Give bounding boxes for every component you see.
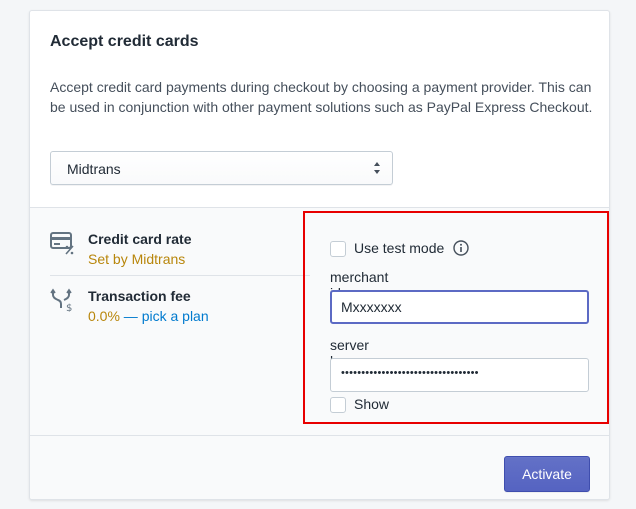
transaction-fee-value: 0.0% — pick a plan [88,308,209,324]
server-key-input[interactable]: •••••••••••••••••••••••••••••••••• [330,358,589,392]
transaction-fee-separator: — [119,308,142,324]
credit-card-percent-icon [50,232,74,255]
payment-provider-value: Midtrans [67,161,121,177]
credit-card-rate-title: Credit card rate [88,231,192,247]
transaction-fee-title: Transaction fee [88,288,191,304]
footer-divider [30,435,609,436]
accept-credit-cards-card: Accept credit cards Accept credit card p… [29,10,610,500]
show-key-checkbox[interactable] [330,397,346,413]
card-title: Accept credit cards [50,33,199,50]
card-top-section: Accept credit cards Accept credit card p… [30,11,609,207]
card-description: Accept credit card payments during check… [50,79,593,115]
test-mode-label: Use test mode [354,240,445,256]
transaction-fork-icon: $ [50,288,72,312]
credit-card-rate-value: Set by Midtrans [88,251,186,267]
transaction-fee-rate: 0.0% [88,308,120,324]
activate-button[interactable]: Activate [504,456,590,492]
info-icon[interactable] [453,240,469,256]
pick-a-plan-link[interactable]: pick a plan [142,308,209,324]
test-mode-checkbox[interactable] [330,241,346,257]
features-divider [50,275,310,276]
merchant-id-input[interactable] [330,290,589,324]
select-arrows-icon [374,162,380,174]
provider-details-section: Credit card rate Set by Midtrans $ Trans… [30,207,609,499]
payment-provider-select[interactable]: Midtrans [50,151,393,185]
show-key-label: Show [354,396,390,412]
svg-text:$: $ [66,303,72,312]
